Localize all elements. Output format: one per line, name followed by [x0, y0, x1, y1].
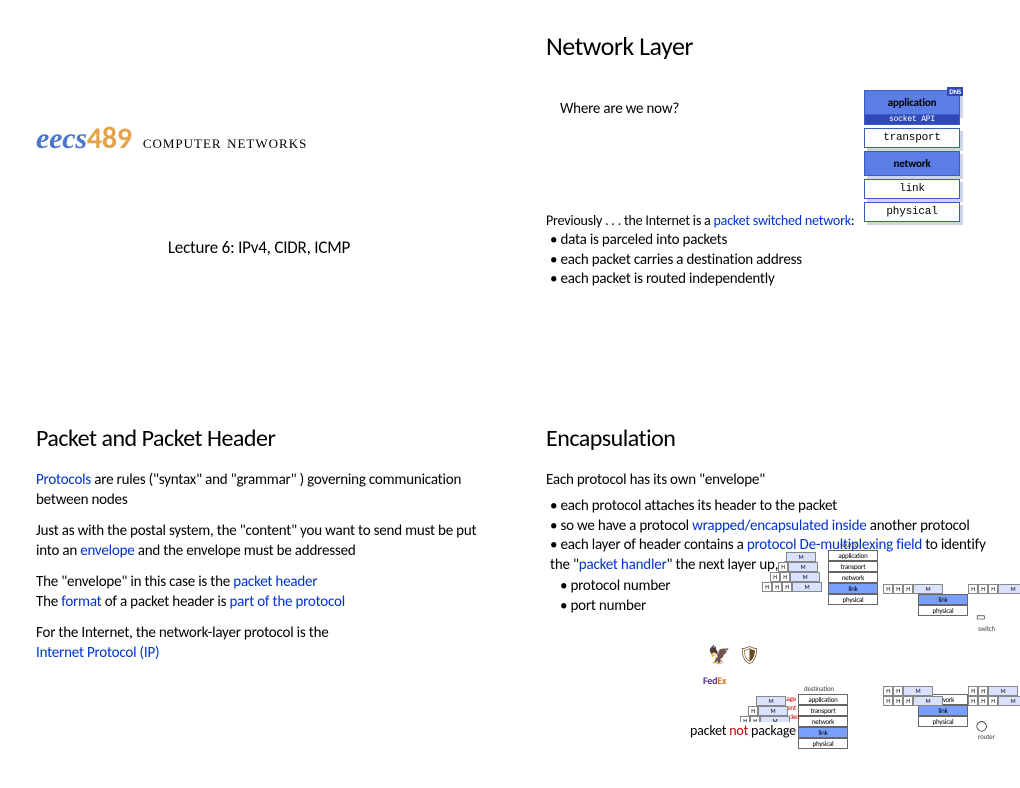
slide-network-layer: Network Layer Where are we now? applicat…	[510, 0, 1020, 394]
label-destination: destination	[804, 684, 834, 693]
slide-title: eecs489 computer networks Lecture 6: IPv…	[0, 0, 510, 394]
bullet: so we have a protocol wrapped/encapsulat…	[550, 517, 992, 537]
slide-title: Network Layer	[546, 30, 992, 62]
headers: HHM	[770, 572, 820, 582]
label-switch: switch	[978, 624, 995, 633]
layer-link: link	[864, 179, 960, 199]
course-name: computer networks	[143, 132, 308, 152]
bullet: each protocol attaches its header to the…	[550, 497, 992, 517]
headers: HHHM	[762, 582, 822, 592]
eecs-logo: eecs	[36, 122, 87, 156]
envelope-line: Each protocol has its own "envelope"	[546, 471, 992, 489]
slide-encapsulation: Encapsulation Each protocol has its own …	[510, 394, 1020, 788]
layer-transport: transport	[864, 128, 960, 148]
router-icon: ◯	[976, 719, 987, 732]
dns-badge: DNS	[947, 87, 963, 96]
headers: HHHM	[883, 584, 943, 594]
previously-bullets: data is parceled into packets each packe…	[546, 231, 992, 290]
headers: HHHM	[968, 696, 1020, 706]
layer-application: application DNS	[864, 90, 960, 115]
headers: M	[756, 696, 786, 706]
source-stack: source application transport network lin…	[828, 550, 878, 605]
bullet: each packet carries a destination addres…	[550, 251, 992, 271]
bullet: data is parceled into packets	[550, 231, 992, 251]
course-header: eecs489 computer networks	[36, 120, 482, 157]
para-format: The format of a packet header is part of…	[36, 593, 482, 613]
ups-icon: 🛡	[738, 644, 761, 666]
headers: HHHM	[968, 584, 1020, 594]
headers: HM	[748, 706, 788, 716]
para-postal: Just as with the postal system, the "con…	[36, 522, 482, 561]
headers: HHM	[968, 686, 1018, 696]
slide-title: Encapsulation	[546, 424, 992, 453]
course-number: 489	[87, 120, 132, 157]
layer-physical: physical	[864, 202, 960, 222]
switch-icon: ▭	[976, 610, 985, 623]
switch-stack: link physical	[918, 594, 968, 616]
headers: HHHM	[883, 696, 943, 706]
label-router: router	[978, 732, 995, 741]
para-envelope: The "envelope" in this case is the packe…	[36, 573, 482, 593]
layer-stack-diagram: application DNS socket API transport net…	[864, 90, 960, 225]
packet-not-package: packet not package	[690, 722, 796, 739]
where-now: Where are we now?	[560, 100, 679, 118]
dest-stack: destination application transport networ…	[798, 694, 848, 749]
para-ip: For the Internet, the network-layer prot…	[36, 624, 482, 663]
para-protocols: Protocols are rules ("syntax" and "gramm…	[36, 471, 482, 510]
headers: HM	[778, 562, 818, 572]
label-source: source	[840, 540, 858, 549]
usps-icon: 🦅	[708, 644, 730, 666]
bullet: each packet is routed independently	[550, 270, 992, 290]
lecture-title: Lecture 6: IPv4, CIDR, ICMP	[36, 237, 482, 258]
headers: HHM	[883, 686, 933, 696]
layer-socket-api: socket API	[864, 114, 960, 125]
slide-packet-header: Packet and Packet Header Protocols are r…	[0, 394, 510, 788]
headers: M	[786, 552, 816, 562]
layer-network: network	[864, 151, 960, 176]
encapsulation-diagram: source application transport network lin…	[538, 544, 1008, 784]
fedex-icon: FedEx	[703, 674, 726, 687]
packet-switched-link: packet switched network	[714, 212, 851, 229]
slide-title: Packet and Packet Header	[36, 424, 482, 453]
